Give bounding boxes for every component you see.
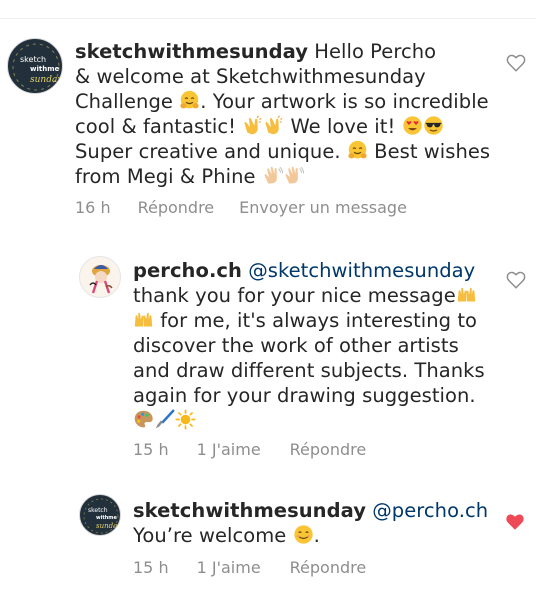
comment-text-segment: from Megi & Phine <box>75 165 262 188</box>
heart-filled-icon[interactable] <box>504 511 526 533</box>
comment-line: Challenge . Your artwork is so incredibl… <box>75 89 495 114</box>
sun-icon <box>175 409 196 430</box>
comment-line: sketchwithmesunday @percho.ch <box>133 498 493 523</box>
svg-text:sketch: sketch <box>88 507 108 514</box>
hugging-face-icon <box>179 90 200 111</box>
comment-text-segment: Challenge <box>75 90 180 113</box>
reply-button[interactable]: Répondre <box>290 558 367 577</box>
comment-line <box>133 408 493 433</box>
sketchwithmesunday-logo-icon: sketch withme sunday <box>83 498 121 534</box>
clapping-hands-icon <box>263 115 284 136</box>
comment-text: sketchwithmesunday @percho.ch You’re wel… <box>133 498 493 548</box>
comment-line: You’re welcome . <box>133 523 493 548</box>
comment-text-segment: Hello Percho <box>308 40 437 63</box>
sketchwithmesunday-logo-icon: sketch withme sunday <box>12 43 63 91</box>
comment-line: from Megi & Phine <box>75 164 495 189</box>
comment-line: percho.ch @sketchwithmesunday <box>133 258 493 283</box>
comment-line: thank you for your nice message <box>133 283 493 308</box>
comment-text-segment: for me, it's always interesting to <box>154 309 478 332</box>
comment-text: sketchwithmesunday Hello Percho & welcom… <box>75 39 495 189</box>
heart-outline-icon[interactable] <box>505 269 527 291</box>
comment-time: 15 h <box>133 558 169 577</box>
svg-text:sunday: sunday <box>96 522 121 530</box>
heart-outline-icon[interactable] <box>505 52 527 74</box>
paintbrush-icon <box>154 409 175 430</box>
comment-line: discover the work of other artists <box>133 333 493 358</box>
comment-text-segment: You’re welcome <box>133 524 293 547</box>
sunglasses-face-icon <box>423 115 444 136</box>
comment-line: for me, it's always interesting to <box>133 308 493 333</box>
comment-text-segment: Best wishes <box>367 140 491 163</box>
comment-line: again for your drawing suggestion. <box>133 383 493 408</box>
svg-text:sunday: sunday <box>30 75 63 85</box>
comment-username[interactable]: sketchwithmesunday <box>75 40 308 63</box>
raising-hands-icon <box>133 309 154 330</box>
comment-username[interactable]: percho.ch <box>133 259 242 282</box>
comment-text-segment: . <box>313 524 320 547</box>
heart-eyes-face-icon <box>402 115 423 136</box>
waving-hand-icon <box>283 165 304 186</box>
likes-count[interactable]: 1 J'aime <box>197 558 261 577</box>
comment-text-segment: again for your drawing suggestion. <box>133 384 476 407</box>
avatar[interactable]: sketch withme sunday <box>79 494 121 536</box>
comment-meta: 15 h 1 J'aime Répondre <box>133 558 366 577</box>
comment-time: 16 h <box>75 198 111 217</box>
comment-reply: percho.ch @sketchwithmesunday thank you … <box>0 240 536 480</box>
comment-meta: 16 h Répondre Envoyer un message <box>75 198 407 217</box>
raising-hands-icon <box>456 284 477 305</box>
comment-text-segment: . Your artwork is so incredible <box>200 90 489 113</box>
hugging-face-icon <box>347 140 368 161</box>
svg-text:withme: withme <box>96 515 117 521</box>
comment-text-segment: Super creative and unique. <box>75 140 347 163</box>
comment-text-segment: and draw different subjects. Thanks <box>133 359 485 382</box>
mention-link[interactable]: @sketchwithmesunday <box>248 259 475 282</box>
percho-avatar-icon <box>89 265 113 294</box>
comment-line: cool & fantastic! We love it! <box>75 114 495 139</box>
comment-text-segment: We love it! <box>284 115 402 138</box>
comment-reply: sketch withme sunday sketchwithmesunday … <box>0 480 536 600</box>
comment: sketch withme sunday sketchwithmesunday … <box>0 0 536 240</box>
svg-text:withme: withme <box>30 65 59 73</box>
comment-time: 15 h <box>133 440 169 459</box>
clapping-hands-icon <box>242 115 263 136</box>
reply-button[interactable]: Répondre <box>290 440 367 459</box>
svg-text:sketch: sketch <box>20 55 46 64</box>
smiling-face-icon <box>293 524 314 545</box>
waving-hand-icon <box>262 165 283 186</box>
comment-line: and draw different subjects. Thanks <box>133 358 493 383</box>
mention-link[interactable]: @percho.ch <box>372 499 488 522</box>
comment-text-segment: discover the work of other artists <box>133 334 459 357</box>
comment-text-segment: cool & fantastic! <box>75 115 243 138</box>
comment-text: percho.ch @sketchwithmesunday thank you … <box>133 258 493 433</box>
send-message-button[interactable]: Envoyer un message <box>239 198 407 217</box>
comment-line: Super creative and unique. Best wishes <box>75 139 495 164</box>
artist-palette-icon <box>133 409 154 430</box>
avatar[interactable]: sketch withme sunday <box>7 38 63 94</box>
comment-text-segment: thank you for your nice message <box>133 284 456 307</box>
comment-line: & welcome at Sketchwithmesunday <box>75 64 495 89</box>
reply-button[interactable]: Répondre <box>138 198 215 217</box>
comment-text-segment: & welcome at Sketchwithmesunday <box>75 65 426 88</box>
avatar[interactable] <box>79 256 121 298</box>
likes-count[interactable]: 1 J'aime <box>197 440 261 459</box>
comment-meta: 15 h 1 J'aime Répondre <box>133 440 366 459</box>
comment-line: sketchwithmesunday Hello Percho <box>75 39 495 64</box>
comment-username[interactable]: sketchwithmesunday <box>133 499 366 522</box>
